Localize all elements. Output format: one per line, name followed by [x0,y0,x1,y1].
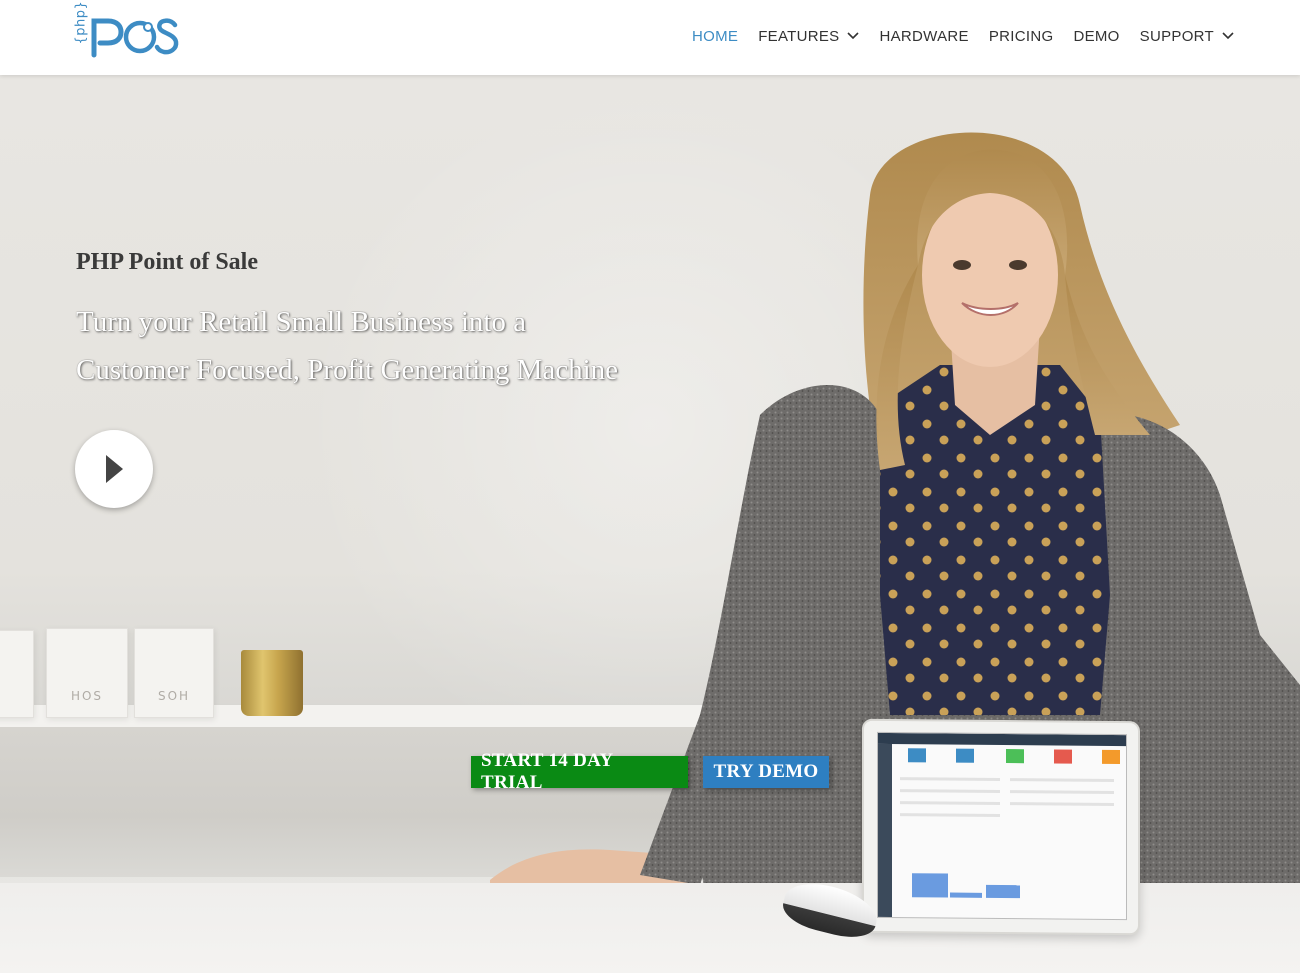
hero-eyebrow: PHP Point of Sale [76,249,258,275]
nav-pricing[interactable]: PRICING [989,28,1054,45]
play-icon [106,455,123,483]
site-header: {php} HOME FEATURES HARDWARE PRICING DEM… [0,0,1300,75]
hero-headline: Turn your Retail Small Business into a C… [76,298,676,394]
play-video-button[interactable] [75,430,153,508]
nav-demo-label: DEMO [1073,27,1120,45]
nav-home-label: HOME [691,27,739,45]
nav-demo[interactable]: DEMO [1073,28,1119,45]
try-demo-button[interactable]: TRY DEMO [703,756,829,788]
nav-pricing-label: PRICING [988,27,1054,45]
logo-php-prefix: {php} [73,0,89,44]
main-nav: HOME FEATURES HARDWARE PRICING DEMO SUPP… [672,0,1234,72]
logo[interactable]: {php} [73,0,180,60]
hero-tablet-image [862,718,1140,936]
chevron-down-icon [1222,32,1234,40]
start-trial-button[interactable]: START 14 DAY TRIAL [471,750,688,793]
nav-features-label: FEATURES [758,27,840,45]
logo-pos-mark [90,14,180,60]
nav-features[interactable]: FEATURES [758,27,860,45]
nav-hardware[interactable]: HARDWARE [879,28,968,45]
nav-support[interactable]: SUPPORT [1140,28,1234,45]
tablet-screen [877,731,1127,921]
hero-section: HOS SOH PHP Point of Sale Turn your Reta… [0,75,1300,973]
hero-text-block: PHP Point of Sale Turn your Retail Small… [76,249,676,394]
nav-hardware-label: HARDWARE [879,27,969,45]
nav-home[interactable]: HOME [692,28,738,45]
hero-headline-line1: Turn your Retail Small Business into a [76,306,527,338]
hero-headline-line2: Customer Focused, Profit Generating Mach… [76,354,619,386]
logo-pos-icon [91,18,179,58]
chevron-down-icon [847,32,860,40]
nav-support-label: SUPPORT [1139,27,1214,45]
